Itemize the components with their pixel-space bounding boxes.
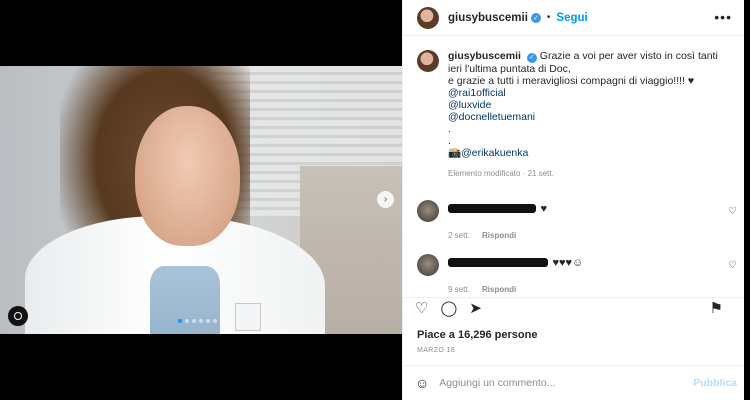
id-badge [235,303,261,331]
comment-icon[interactable]: ◯ [440,301,457,316]
username-link[interactable]: giusybuscemii [448,12,528,24]
redacted-text [448,258,548,268]
comment-text: ♥ [540,202,547,215]
caption: giusybuscemii ✓ Grazie a voi per aver vi… [403,36,744,180]
post-photo[interactable] [0,66,402,334]
carousel-dots [178,319,217,323]
caption-meta: Elemento modificato · 21 sett. [448,169,554,178]
heart-icon[interactable]: ♡ [728,260,737,271]
caption-dot: . [448,123,451,135]
carousel-dot [206,319,210,323]
more-icon[interactable]: ••• [714,9,732,25]
comment-meta: 9 sett. Rispondi [448,285,731,294]
comment-meta: 2 sett. Rispondi [448,231,731,240]
mention-link[interactable]: @docnelletuemani [448,111,730,123]
scroll-strip [744,0,750,400]
publish-button[interactable]: Pubblica [693,377,737,389]
verified-icon: ✓ [526,53,537,63]
bookmark-icon[interactable]: ⚑ [710,301,723,316]
comment-time: 9 sett. [448,285,470,294]
separator-dot: • [546,12,551,23]
add-comment-bar: ☺ Pubblica [403,365,745,400]
carousel-dot [185,319,189,323]
mention-link[interactable]: @rai1official [448,87,730,99]
avatar[interactable] [417,200,439,222]
reply-button[interactable]: Rispondi [482,231,516,240]
heart-icon[interactable]: ♡ [415,301,428,316]
follow-button[interactable]: Segui [556,12,587,24]
comment-body: ♥♥♥☺ 9 sett. Rispondi [448,254,731,294]
redacted-text [448,204,536,214]
comment-body: ♥ 2 sett. Rispondi [448,200,731,240]
media-pane: › [0,0,402,400]
mention-link[interactable]: @luxvide [448,99,730,111]
comment-input[interactable] [439,377,660,389]
carousel-dot [178,319,182,323]
action-bar: ♡ ◯ ➤ ⚑ [403,297,745,319]
comment-time: 2 sett. [448,231,470,240]
post-header: giusybuscemii ✓ • Segui ••• [403,0,744,36]
share-icon[interactable]: ➤ [469,301,482,316]
avatar[interactable] [417,50,439,72]
caption-line-2: e grazie a tutti i meravigliosi compagni… [448,75,695,87]
chevron-right-icon: › [383,194,388,205]
post-details-panel: giusybuscemii ✓ • Segui ••• giusybuscemi… [402,0,745,400]
reply-button[interactable]: Rispondi [482,285,516,294]
likes-count[interactable]: Piace a 16,296 persone [417,329,537,341]
verified-icon: ✓ [530,12,541,23]
photo-credit-link[interactable]: 📸@erikakuenka [448,147,730,159]
scroll-up-icon[interactable]: ▲ [735,200,743,209]
comment-item: ♥♥♥☺ 9 sett. Rispondi ♡ [403,254,745,294]
carousel-dot [199,319,203,323]
avatar[interactable] [417,6,439,29]
carousel-next-button[interactable]: › [377,191,394,208]
comment-text: ♥♥♥☺ [552,256,584,269]
face-shape [135,106,240,246]
carousel-dot [192,319,196,323]
comment-item: ♥ 2 sett. Rispondi ♡ [403,200,745,240]
scroll-down-icon[interactable]: ▼ [735,250,743,259]
caption-dot: . [448,135,451,147]
user-tag-icon[interactable] [8,306,28,326]
carousel-dot [213,319,217,323]
avatar[interactable] [417,254,439,276]
caption-username[interactable]: giusybuscemii [448,50,521,62]
blue-shirt [150,266,220,334]
emoji-icon[interactable]: ☺ [415,375,429,391]
caption-body: giusybuscemii ✓ Grazie a voi per aver vi… [448,50,730,180]
post-date[interactable]: MARZO 18 [417,347,455,354]
